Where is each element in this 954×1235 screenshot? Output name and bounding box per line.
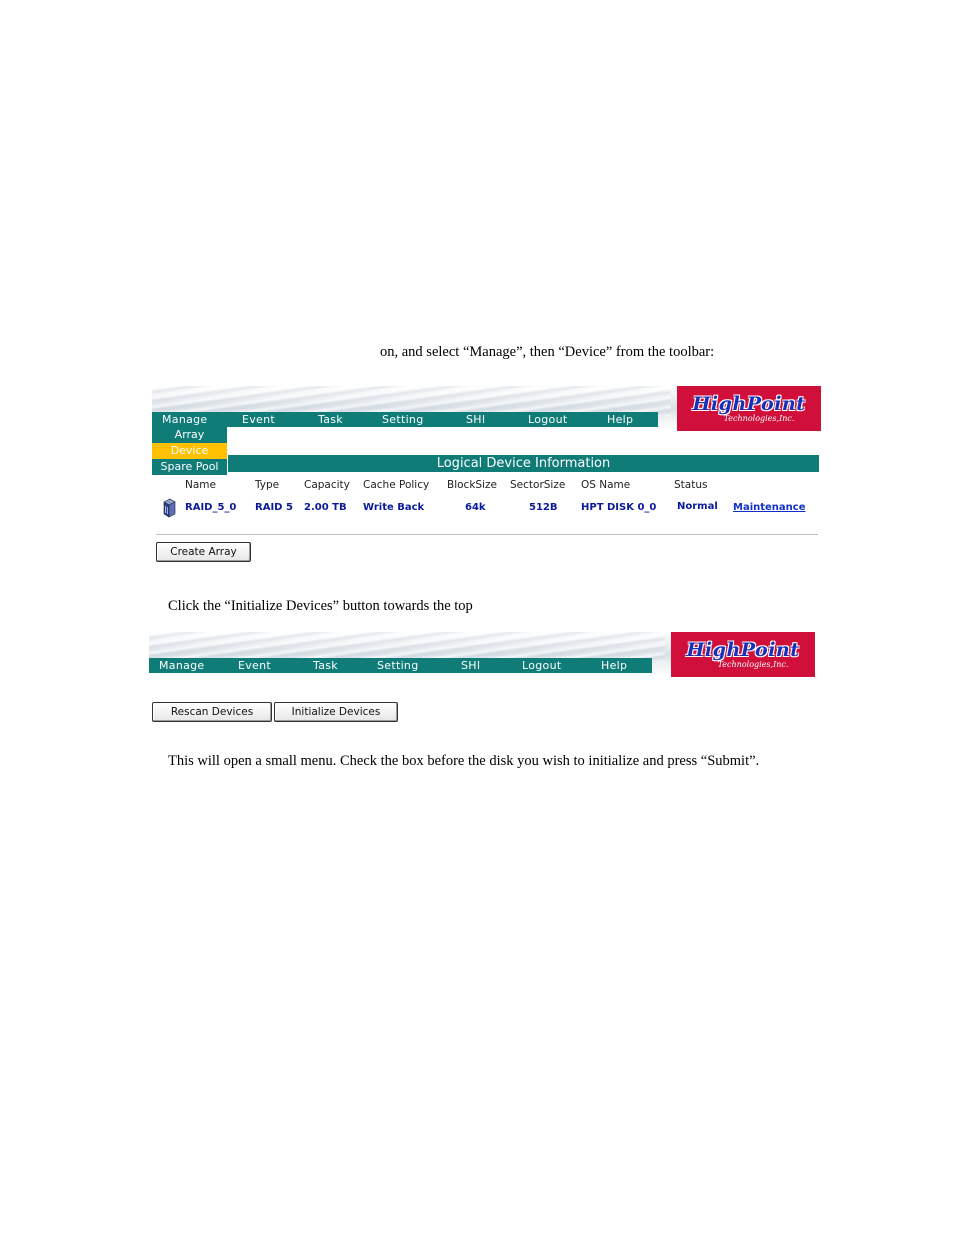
instruction-text-2: Click the “Initialize Devices” button to… xyxy=(168,598,473,614)
row-cache-policy: Write Back xyxy=(363,502,425,513)
nav-event[interactable]: Event xyxy=(238,658,271,673)
rescan-devices-button[interactable]: Rescan Devices xyxy=(152,702,272,722)
instruction-text-1: on, and select “Manage”, then “Device” f… xyxy=(380,344,715,360)
col-blocksize: BlockSize xyxy=(447,479,497,491)
row-os-name: HPT DISK 0_0 xyxy=(581,502,657,513)
row-sectorsize: 512B xyxy=(529,502,558,513)
col-capacity: Capacity xyxy=(304,479,350,491)
nav-shi[interactable]: SHI xyxy=(461,658,480,673)
nav-manage[interactable]: Manage xyxy=(159,658,205,673)
section-title: Logical Device Information xyxy=(228,455,819,472)
app-banner-2: Manage Event Task Setting SHI Logout Hel… xyxy=(149,632,815,677)
row-status: Normal xyxy=(677,501,718,512)
row-blocksize: 64k xyxy=(465,502,486,513)
nav-task[interactable]: Task xyxy=(318,412,343,427)
col-sectorsize: SectorSize xyxy=(510,479,566,491)
instruction-text-3: This will open a small menu. Check the b… xyxy=(168,753,760,769)
col-type: Type xyxy=(255,479,280,491)
logo-wordmark: HighPoint xyxy=(686,638,800,661)
logo-subtitle: Technologies,Inc. xyxy=(723,413,795,423)
nav-shi[interactable]: SHI xyxy=(466,412,485,427)
col-status: Status xyxy=(674,479,708,491)
nav-help[interactable]: Help xyxy=(601,658,627,673)
col-cache-policy: Cache Policy xyxy=(363,479,430,491)
toolbar-1: Manage Event Task Setting SHI Logout Hel… xyxy=(152,412,658,427)
logo-wordmark: HighPoint xyxy=(692,392,806,415)
divider xyxy=(156,534,818,535)
row-capacity: 2.00 TB xyxy=(304,502,347,513)
create-array-button[interactable]: Create Array xyxy=(156,542,251,562)
toolbar-2: Manage Event Task Setting SHI Logout Hel… xyxy=(149,658,652,673)
menu-item-device[interactable]: Device xyxy=(152,443,227,459)
nav-manage[interactable]: Manage xyxy=(162,412,208,427)
nav-logout[interactable]: Logout xyxy=(522,658,561,673)
nav-logout[interactable]: Logout xyxy=(528,412,567,427)
highpoint-logo: HighPoint Technologies,Inc. xyxy=(671,632,815,677)
row-name: RAID_5_0 xyxy=(185,502,237,513)
disk-array-icon xyxy=(163,498,176,518)
menu-item-array[interactable]: Array xyxy=(152,427,227,443)
nav-event[interactable]: Event xyxy=(242,412,275,427)
logo-subtitle: Technologies,Inc. xyxy=(717,659,789,669)
maintenance-link[interactable]: Maintenance xyxy=(733,502,806,513)
nav-setting[interactable]: Setting xyxy=(382,412,424,427)
initialize-devices-button[interactable]: Initialize Devices xyxy=(274,702,398,722)
app-banner-1: Manage Event Task Setting SHI Logout Hel… xyxy=(152,386,821,431)
row-type: RAID 5 xyxy=(255,502,293,513)
manage-dropdown: Array Device Spare Pool xyxy=(152,427,227,475)
nav-help[interactable]: Help xyxy=(607,412,633,427)
menu-item-spare-pool[interactable]: Spare Pool xyxy=(152,459,227,475)
col-name: Name xyxy=(185,479,216,491)
nav-setting[interactable]: Setting xyxy=(377,658,419,673)
nav-task[interactable]: Task xyxy=(313,658,338,673)
col-os-name: OS Name xyxy=(581,479,631,491)
highpoint-logo: HighPoint Technologies,Inc. xyxy=(677,386,821,431)
